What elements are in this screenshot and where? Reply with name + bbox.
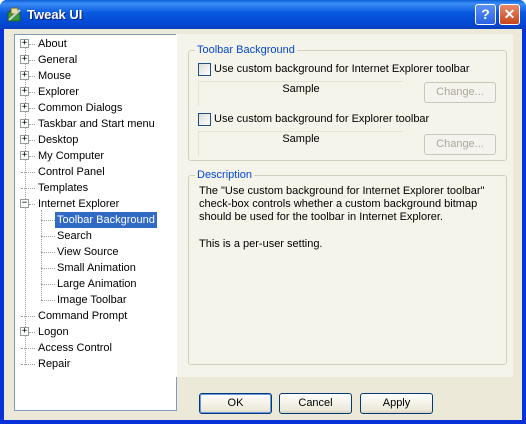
tree-item-label[interactable]: About [36,36,69,52]
tree-item-search[interactable]: Search [15,228,175,244]
expand-icon[interactable]: + [20,151,29,160]
tree-connector [21,364,35,365]
tree-item-mouse[interactable]: + Mouse [15,68,175,84]
tree-item-label[interactable]: My Computer [36,148,106,164]
tree-item-my-computer[interactable]: + My Computer [15,148,175,164]
ok-button[interactable]: OK [199,393,272,414]
tree-item-label[interactable]: Image Toolbar [55,292,129,308]
tree-connector [29,60,35,61]
tree-connector [21,348,35,349]
tree-item-toolbar-background[interactable]: Toolbar Background [15,212,175,228]
tree-item-label[interactable]: Control Panel [36,164,107,180]
tree-item-label[interactable]: Access Control [36,340,114,356]
tree-item-label[interactable]: View Source [55,244,121,260]
tree-item-label[interactable]: General [36,52,79,68]
apply-button[interactable]: Apply [360,393,433,414]
tree-item-label[interactable]: Templates [36,180,90,196]
ie-change-button[interactable]: Change... [424,82,496,103]
tree-item-label[interactable]: Large Animation [55,276,139,292]
description-paragraph-2: This is a per-user setting. [199,238,323,250]
client-area: + About + General + Mouse + Explorer + Common Dia… [4,29,522,420]
expand-icon[interactable]: + [20,71,29,80]
expand-icon[interactable]: + [20,55,29,64]
tree-connector [41,220,55,221]
tree-item-label[interactable]: Search [55,228,94,244]
tree-item-image-toolbar[interactable]: Image Toolbar [15,292,175,308]
tree-connector [29,44,35,45]
tree-item-label[interactable]: Repair [36,356,72,372]
tree-connector [29,140,35,141]
tree-connector [21,172,35,173]
expand-icon[interactable]: + [20,327,29,336]
tree-item-label[interactable]: Small Animation [55,260,138,276]
tree-item-command-prompt[interactable]: Command Prompt [15,308,175,324]
tree-item-control-panel[interactable]: Control Panel [15,164,175,180]
explorer-sample-preview: Sample [198,131,403,156]
group-title: Toolbar Background [195,44,297,56]
tree-item-view-source[interactable]: View Source [15,244,175,260]
expand-icon[interactable]: + [20,135,29,144]
tree-item-label[interactable]: Explorer [36,84,81,100]
description-group: Description The "Use custom background f… [188,169,507,365]
expand-icon[interactable]: + [20,39,29,48]
tree-connector [29,204,35,205]
tree-item-label[interactable]: Mouse [36,68,73,84]
tweakui-window: Tweak UI ? ✕ + About + General + Mouse + Explor… [0,0,526,424]
tree-item-desktop[interactable]: + Desktop [15,132,175,148]
tree-item-label[interactable]: Internet Explorer [36,196,121,212]
tree-item-templates[interactable]: Templates [15,180,175,196]
tree-connector [41,284,55,285]
expand-icon[interactable]: + [20,103,29,112]
description-title: Description [195,169,255,181]
description-paragraph-1: The "Use custom background for Internet … [199,185,485,223]
tree-item-label[interactable]: Logon [36,324,71,340]
close-button[interactable]: ✕ [499,4,520,25]
explorer-change-button[interactable]: Change... [424,134,496,155]
tree-item-general[interactable]: + General [15,52,175,68]
tree-item-label[interactable]: Desktop [36,132,80,148]
ie-custom-background-label[interactable]: Use custom background for Internet Explo… [214,63,470,75]
toolbar-background-group: Toolbar Background Use custom background… [188,44,507,161]
tree-item-repair[interactable]: Repair [15,356,175,372]
tree-connector [29,76,35,77]
window-title: Tweak UI [27,7,83,22]
expand-icon[interactable]: + [20,87,29,96]
tree-item-label[interactable]: Common Dialogs [36,100,124,116]
tree-connector [21,316,35,317]
tree-item-internet-explorer[interactable]: − Internet Explorer [15,196,175,212]
settings-panel: Toolbar Background Use custom background… [176,34,513,377]
tree-connector [21,188,35,189]
tree-item-large-animation[interactable]: Large Animation [15,276,175,292]
tree-connector [41,300,55,301]
tree-item-label[interactable]: Toolbar Background [55,212,157,228]
tree-connector [41,236,55,237]
tree-item-label[interactable]: Taskbar and Start menu [36,116,157,132]
expand-icon[interactable]: + [20,119,29,128]
tree-item-explorer[interactable]: + Explorer [15,84,175,100]
explorer-custom-background-checkbox[interactable] [198,113,211,126]
tree-item-logon[interactable]: + Logon [15,324,175,340]
ie-sample-preview: Sample [198,81,403,106]
tree-item-small-animation[interactable]: Small Animation [15,260,175,276]
tree-item-taskbar-and-start-menu[interactable]: + Taskbar and Start menu [15,116,175,132]
explorer-custom-background-label[interactable]: Use custom background for Explorer toolb… [214,113,429,125]
tree-connector [29,124,35,125]
tree-connector [29,92,35,93]
title-bar[interactable]: Tweak UI ? ✕ [0,0,526,29]
category-tree[interactable]: + About + General + Mouse + Explorer + Common Dia… [14,34,177,411]
tree-connector [29,108,35,109]
ie-custom-background-checkbox[interactable] [198,63,211,76]
tree-item-common-dialogs[interactable]: + Common Dialogs [15,100,175,116]
cancel-button[interactable]: Cancel [279,393,352,414]
tree-item-about[interactable]: + About [15,36,175,52]
tree-connector [29,156,35,157]
help-button[interactable]: ? [475,4,496,25]
tree-connector [41,252,55,253]
tree-item-label[interactable]: Command Prompt [36,308,129,324]
tree-connector [29,332,35,333]
collapse-icon[interactable]: − [20,199,29,208]
tree-connector [41,268,55,269]
tweakui-app-icon [7,7,21,22]
tree-item-access-control[interactable]: Access Control [15,340,175,356]
